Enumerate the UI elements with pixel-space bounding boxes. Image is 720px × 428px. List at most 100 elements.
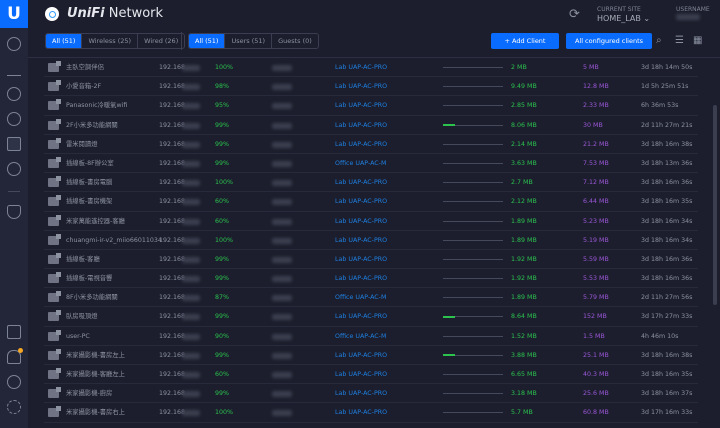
unifi-logo[interactable]: U [0,0,28,28]
table-row[interactable]: 臥房吸頂燈 192.168 99% Lab UAP-AC-PRO 8.64 MB… [44,307,698,327]
client-name[interactable]: 臥房吸頂燈 [66,307,97,326]
shield-icon[interactable] [7,205,21,219]
table-row[interactable]: 雷米閱讀燈 192.168 99% Lab UAP-AC-PRO 2.14 MB… [44,135,698,154]
calendar-icon[interactable] [7,325,21,339]
uptime: 3d 18h 13m 36s [641,159,693,167]
access-point-link[interactable]: Lab UAP-AC-PRO [335,116,387,135]
client-name[interactable]: 2F小米多功能網關 [66,116,118,135]
table-row[interactable]: chuangmi-ir-v2_miio66011034 192.168 100%… [44,231,698,250]
table-row[interactable]: 插線板-客廳 192.168 99% Lab UAP-AC-PRO 1.92 M… [44,250,698,270]
grid-view-icon[interactable]: ▦ [693,35,702,46]
access-point-link[interactable]: Office UAP-AC-M [335,154,386,173]
table-row[interactable]: 米家攝影機-廚房 192.168 99% Lab UAP-AC-PRO 3.18… [44,384,698,404]
filter-all-connections[interactable]: All (51) [46,34,83,48]
statistics-icon[interactable] [7,62,21,76]
client-name[interactable]: 米家攝影機-書房左上 [66,346,125,365]
filter-users[interactable]: Users (51) [225,34,273,48]
table-row[interactable]: Panasonic冷暖氣wifi 192.168 95% Lab UAP-AC-… [44,96,698,116]
access-point-link[interactable]: Lab UAP-AC-PRO [335,307,387,326]
download: 3.88 MB [511,351,537,359]
table-row[interactable]: 米家攝影機-書房右上 192.168 100% Lab UAP-AC-PRO 5… [44,403,698,423]
download: 3.18 MB [511,390,537,398]
access-point-link[interactable]: Lab UAP-AC-PRO [335,346,387,365]
activity-bar [443,412,503,414]
access-point-link[interactable]: Lab UAP-AC-PRO [335,269,387,288]
refresh-icon[interactable]: ⟳ [569,7,580,22]
dashboard-icon[interactable] [7,37,21,51]
upload: 5.53 MB [583,275,609,283]
activity-bar [443,86,503,88]
all-configured-clients-button[interactable]: All configured clients [566,33,652,49]
client-name[interactable]: 米家萬能遙控器-客廳 [66,212,125,231]
filter-wireless[interactable]: Wireless (25) [82,34,139,48]
client-name[interactable]: 米家攝影機-廚房 [66,384,112,403]
filter-guests[interactable]: Guests (0) [272,34,318,48]
client-name[interactable]: 插線板-電視音響 [66,269,112,288]
uptime: 3d 18h 16m 35s [641,198,693,206]
signal-strength: 60% [215,371,229,378]
client-name[interactable]: 插線板-客廳 [66,250,100,269]
access-point-link[interactable]: Lab UAP-AC-PRO [335,250,387,269]
access-point-link[interactable]: Lab UAP-AC-PRO [335,365,387,384]
insights-icon[interactable] [7,162,21,176]
devices-icon[interactable] [7,112,21,126]
table-row[interactable]: 小愛音箱-2F 192.168 98% Lab UAP-AC-PRO 9.49 … [44,77,698,97]
access-point-link[interactable]: Lab UAP-AC-PRO [335,77,387,96]
filter-all-types[interactable]: All (51) [189,34,226,48]
client-name[interactable]: 主臥空調伴侶 [66,58,104,77]
table-row[interactable]: 插線板-電視音響 192.168 99% Lab UAP-AC-PRO 1.92… [44,269,698,289]
scrollbar[interactable] [713,105,717,305]
settings-icon[interactable] [7,400,21,414]
access-point-link[interactable]: Office UAP-AC-M [335,288,386,307]
table-row[interactable]: 2F小米多功能網關 192.168 99% Lab UAP-AC-PRO 8.0… [44,116,698,135]
site-selector[interactable]: HOME_LAB ⌄ [597,14,650,23]
table-row[interactable]: 米家萬能遙控器-客廳 192.168 60% Lab UAP-AC-PRO 1.… [44,212,698,231]
ip-redacted [182,180,200,187]
chat-icon[interactable] [7,375,21,389]
access-point-link[interactable]: Lab UAP-AC-PRO [335,173,387,192]
username-value[interactable] [676,14,700,20]
client-name[interactable]: Panasonic冷暖氣wifi [66,96,127,115]
table-row[interactable]: 插線板-8F辦公室 192.168 99% Office UAP-AC-M 3.… [44,154,698,174]
mac-redacted [272,65,292,71]
add-client-button[interactable]: + Add Client [491,33,559,49]
access-point-link[interactable]: Lab UAP-AC-PRO [335,384,387,403]
mac-redacted [272,295,292,302]
mac-redacted [272,141,292,148]
access-point-link[interactable]: Lab UAP-AC-PRO [335,135,387,154]
search-icon[interactable]: ⌕ [656,35,662,46]
access-point-link[interactable]: Lab UAP-AC-PRO [335,231,387,250]
ip-redacted [182,314,200,321]
client-name[interactable]: 米家攝影機-客廳左上 [66,365,125,384]
access-point-link[interactable]: Lab UAP-AC-PRO [335,96,387,115]
filter-wired[interactable]: Wired (26) [138,34,184,48]
client-name[interactable]: 雷米閱讀燈 [66,135,97,154]
access-point-link[interactable]: Office UAP-AC-M [335,327,386,346]
table-row[interactable]: 米家攝影機-客廳左上 192.168 60% Lab UAP-AC-PRO 6.… [44,365,698,385]
client-name[interactable]: 插線板-8F辦公室 [66,154,114,173]
client-name[interactable]: chuangmi-ir-v2_miio66011034 [66,231,162,250]
device-icon [48,214,61,226]
ip-redacted [182,141,200,148]
table-row[interactable]: 主臥空調伴侶 192.168 100% Lab UAP-AC-PRO 2 MB … [44,58,698,78]
list-view-icon[interactable]: ☰ [675,35,684,46]
access-point-link[interactable]: Lab UAP-AC-PRO [335,58,387,77]
map-icon[interactable] [7,87,21,101]
table-row[interactable]: user-PC 192.168 90% Office UAP-AC-M 1.52… [44,327,698,346]
client-name[interactable]: 插線板-書房機架 [66,192,112,211]
bell-icon[interactable] [7,348,23,364]
client-name[interactable]: user-PC [66,327,90,346]
client-name[interactable]: 米家攝影機-書房右上 [66,403,125,422]
access-point-link[interactable]: Lab UAP-AC-PRO [335,192,387,211]
table-row[interactable]: 插線板-書房電腦 192.168 100% Lab UAP-AC-PRO 2.7… [44,173,698,193]
table-row[interactable]: 插線板-書房機架 192.168 60% Lab UAP-AC-PRO 2.12… [44,192,698,212]
table-row[interactable]: 米家攝影機-書房左上 192.168 99% Lab UAP-AC-PRO 3.… [44,346,698,365]
client-name[interactable]: 8F小米多功能網關 [66,288,118,307]
client-name[interactable]: 插線板-書房電腦 [66,173,112,192]
table-row[interactable]: 8F小米多功能網關 192.168 87% Office UAP-AC-M 1.… [44,288,698,308]
clients-icon[interactable] [7,137,21,151]
access-point-link[interactable]: Lab UAP-AC-PRO [335,403,387,422]
access-point-link[interactable]: Lab UAP-AC-PRO [335,212,387,231]
client-name[interactable]: 小愛音箱-2F [66,77,101,96]
activity-bar [443,201,503,203]
